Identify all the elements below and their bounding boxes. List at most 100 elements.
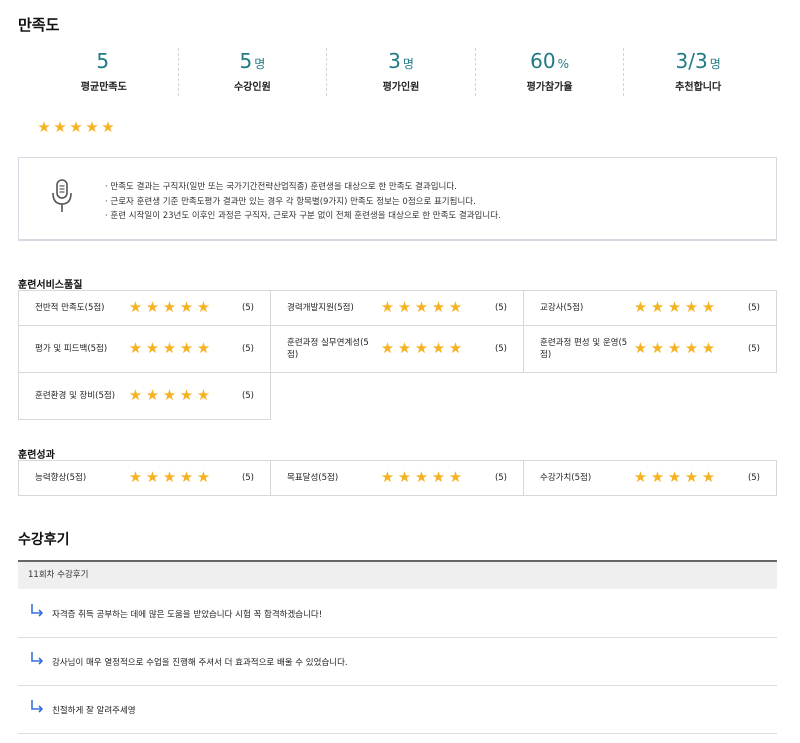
reviews-title: 수강후기 [18, 532, 70, 548]
rating-score: (5) [494, 473, 507, 483]
rating-score: (5) [241, 303, 254, 313]
stat-recommend: 3/3 명 추천합니다 [624, 48, 772, 96]
stat-label: 추천합니다 [675, 82, 722, 93]
microphone-icon [52, 179, 72, 212]
stat-label: 평가인원 [382, 82, 420, 93]
stats-summary: 5 평균만족도 5명 수강인원 3명 평가인원 60% 평가참가율 3/3 명 추… [30, 48, 772, 96]
rating-score: (5) [494, 344, 507, 354]
stat-label: 평균만족도 [80, 82, 127, 93]
stat-label: 수강인원 [233, 82, 271, 93]
star-icon: ★ [414, 468, 429, 486]
overall-star-rating: ★ ★ ★ ★ ★ [36, 120, 116, 135]
notice-line: · 만족도 결과는 구직자(일반 또는 국가기간전략산업직종) 훈련생을 대상으… [105, 182, 457, 192]
stat-value: 5 [96, 49, 110, 73]
star-icon: ★ [633, 298, 648, 316]
star-icon: ★ [101, 118, 115, 136]
notice-line: · 근로자 훈련생 기준 만족도평가 결과만 있는 경우 각 항목별(9가지) … [105, 196, 476, 207]
star-icon: ★ [162, 468, 177, 486]
rating-cell: 교강사(5점) ★ ★ ★ ★ ★ (5) [524, 291, 777, 326]
star-icon: ★ [650, 468, 665, 486]
rating-cell: 목표달성(5점) ★ ★ ★ ★ ★ (5) [271, 461, 524, 496]
review-item: 강사님이 매우 열정적으로 수업을 진행해 주셔서 더 효과적으로 배울 수 있… [18, 638, 777, 686]
star-icon: ★ [633, 339, 648, 357]
star-icon: ★ [667, 298, 682, 316]
rating-score: (5) [241, 344, 254, 354]
notice-list: · 만족도 결과는 구직자(일반 또는 국가기간전략산업직종) 훈련생을 대상으… [105, 180, 501, 224]
star-icon: ★ [128, 339, 143, 357]
rating-item-name: 능력향상(5점) [35, 473, 87, 483]
star-icon: ★ [196, 298, 211, 316]
rating-cell: 평가 및 피드백(5점) ★ ★ ★ ★ ★ (5) [18, 326, 271, 373]
star-icon: ★ [53, 118, 67, 136]
page-title: 만족도 [18, 16, 60, 34]
star-icon: ★ [397, 298, 412, 316]
service-quality-grid: 전반적 만족도(5점) ★ ★ ★ ★ ★ (5) 경력개발지원(5점) ★ ★ ★ ★ ★ (… [18, 290, 777, 420]
rating-stars: ★ ★ ★ ★ ★ [379, 341, 464, 356]
stat-unit: 명 [402, 57, 414, 71]
stat-value: 3 [388, 49, 401, 73]
star-icon: ★ [145, 298, 160, 316]
star-icon: ★ [397, 468, 412, 486]
stat-participation-rate: 60% 평가참가율 [476, 48, 625, 96]
notice-line: · 훈련 시작일이 23년도 이후인 과정은 구직자, 근로자 구분 없이 전체… [105, 211, 501, 221]
rating-item-name: 수강가치(5점) [540, 473, 592, 483]
rating-score: (5) [494, 303, 507, 313]
stat-unit: % [557, 57, 569, 71]
section-label-outcomes: 훈련성과 [18, 450, 55, 461]
stat-unit: 명 [254, 57, 266, 71]
rating-stars: ★ ★ ★ ★ ★ [632, 470, 717, 485]
reply-arrow-icon [31, 700, 44, 713]
notice-box: · 만족도 결과는 구직자(일반 또는 국가기간전략산업직종) 훈련생을 대상으… [18, 157, 777, 241]
star-icon: ★ [667, 339, 682, 357]
rating-item-name: 목표달성(5점) [287, 473, 339, 483]
review-session-header: 11회차 수강후기 [18, 560, 777, 589]
star-icon: ★ [684, 298, 699, 316]
rating-item-name: 평가 및 피드백(5점) [35, 344, 108, 354]
rating-score: (5) [241, 473, 254, 483]
star-icon: ★ [196, 386, 211, 404]
star-icon: ★ [162, 339, 177, 357]
rating-cell: 훈련과정 실무연계성(5점) ★ ★ ★ ★ ★ (5) [271, 326, 524, 373]
rating-item-name: 훈련환경 및 장비(5점) [35, 391, 116, 401]
star-icon: ★ [448, 339, 463, 357]
review-text: 자격증 취득 공부하는 데에 많은 도움을 받았습니다 시험 꼭 합격하겠습니다… [52, 609, 323, 620]
reply-arrow-icon [31, 604, 44, 617]
star-icon: ★ [701, 339, 716, 357]
star-icon: ★ [448, 468, 463, 486]
outcomes-grid: 능력향상(5점) ★ ★ ★ ★ ★ (5) 목표달성(5점) ★ ★ ★ ★ ★ (5) 수강… [18, 460, 777, 496]
rating-score: (5) [241, 391, 254, 401]
rating-score: (5) [747, 473, 760, 483]
star-icon: ★ [448, 298, 463, 316]
rating-stars: ★ ★ ★ ★ ★ [379, 470, 464, 485]
rating-item-name: 훈련과정 실무연계성(5점) [287, 338, 369, 360]
star-icon: ★ [650, 339, 665, 357]
star-icon: ★ [414, 339, 429, 357]
star-icon: ★ [431, 298, 446, 316]
star-icon: ★ [145, 468, 160, 486]
star-icon: ★ [397, 339, 412, 357]
star-icon: ★ [37, 118, 51, 136]
rating-stars: ★ ★ ★ ★ ★ [127, 300, 212, 315]
stat-value: 3/3 [675, 49, 708, 73]
review-item: 자격증 취득 공부하는 데에 많은 도움을 받았습니다 시험 꼭 합격하겠습니다… [18, 590, 777, 638]
stat-value: 60 [530, 49, 556, 73]
rating-cell: 전반적 만족도(5점) ★ ★ ★ ★ ★ (5) [18, 291, 271, 326]
rating-item-name: 경력개발지원(5점) [287, 303, 354, 313]
star-icon: ★ [145, 386, 160, 404]
stat-unit: 명 [709, 57, 721, 71]
rating-stars: ★ ★ ★ ★ ★ [632, 300, 717, 315]
star-icon: ★ [196, 468, 211, 486]
review-text: 강사님이 매우 열정적으로 수업을 진행해 주셔서 더 효과적으로 배울 수 있… [52, 657, 348, 668]
rating-item-name: 교강사(5점) [540, 303, 584, 313]
rating-stars: ★ ★ ★ ★ ★ [379, 300, 464, 315]
rating-cell: 훈련환경 및 장비(5점) ★ ★ ★ ★ ★ (5) [18, 373, 271, 420]
star-icon: ★ [128, 298, 143, 316]
star-icon: ★ [145, 339, 160, 357]
stat-label: 평가참가율 [526, 82, 573, 93]
star-icon: ★ [667, 468, 682, 486]
stat-evaluators: 3명 평가인원 [327, 48, 476, 96]
rating-stars: ★ ★ ★ ★ ★ [127, 341, 212, 356]
star-icon: ★ [701, 468, 716, 486]
star-icon: ★ [380, 468, 395, 486]
rating-cell: 경력개발지원(5점) ★ ★ ★ ★ ★ (5) [271, 291, 524, 326]
